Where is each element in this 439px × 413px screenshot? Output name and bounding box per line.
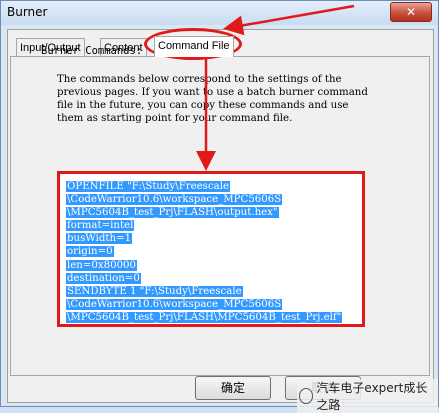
command-line: origin=0 [66, 246, 114, 258]
command-line: format=intel [66, 220, 135, 232]
command-line: \CodeWarrior10.6\workspace_MPC5606S [66, 194, 283, 206]
command-line: \CodeWarrior10.6\workspace_MPC5606S [66, 298, 283, 310]
command-line: \MPC5604B_test_Prj\FLASH\output.hex" [66, 207, 279, 219]
watermark-text: 汽车电子expert成长之路 [316, 381, 428, 412]
watermark: 汽车电子expert成长之路 [297, 379, 438, 413]
ok-button[interactable]: 确定 [195, 376, 271, 400]
commands-textbox[interactable]: OPENFILE "F:\Study\Freescale \CodeWarrio… [57, 171, 365, 327]
wechat-icon [299, 388, 314, 404]
burner-dialog: Burner ✕ Input/Output Content Command Fi… [0, 0, 439, 413]
commands-text: OPENFILE "F:\Study\Freescale \CodeWarrio… [66, 180, 343, 324]
command-line: OPENFILE "F:\Study\Freescale [66, 181, 230, 192]
command-line: \MPC5604B_test_Prj\FLASH\MPC5604B_test_P… [66, 311, 343, 323]
close-icon: ✕ [405, 5, 417, 19]
command-line: busWidth=1 [66, 233, 133, 245]
description-text: The commands below correspond to the set… [57, 74, 368, 124]
command-line: destination=0 [66, 272, 141, 284]
close-button[interactable]: ✕ [390, 2, 432, 22]
tab-command-file[interactable]: Command File [154, 36, 234, 57]
command-line: len=0x80000 [66, 259, 138, 271]
title-bar[interactable]: Burner ✕ [1, 1, 438, 25]
command-line: SENDBYTE 1 "F:\Study\Freescale [66, 285, 243, 297]
window-title: Burner [7, 5, 48, 19]
burner-commands-heading: Burner Commands: [41, 45, 143, 57]
